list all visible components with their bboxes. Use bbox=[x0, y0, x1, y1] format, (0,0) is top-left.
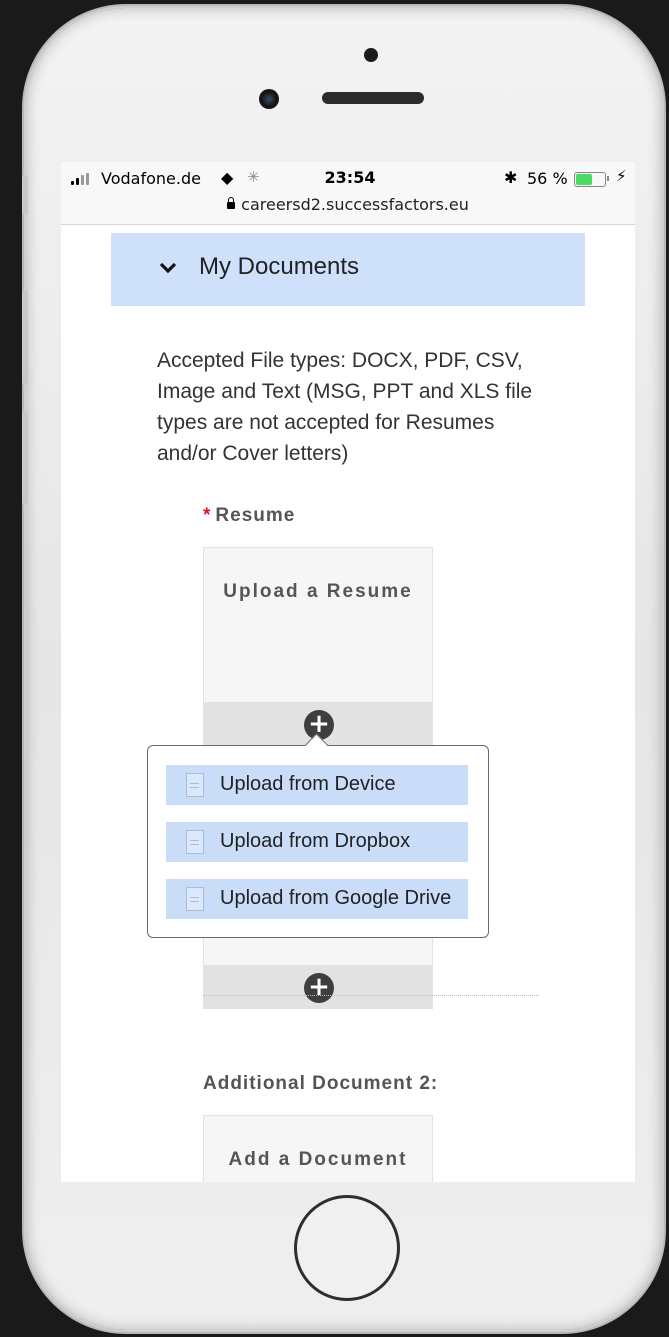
document-icon bbox=[186, 773, 204, 797]
front-camera bbox=[259, 89, 279, 109]
volume-down-button[interactable] bbox=[22, 410, 28, 505]
front-sensor bbox=[364, 48, 378, 62]
document-icon bbox=[186, 830, 204, 854]
bluetooth-icon: ✱ bbox=[504, 168, 518, 187]
url-text: careersd2.successfactors.eu bbox=[241, 195, 469, 214]
resume-upload-text: Upload a Resume bbox=[223, 581, 413, 602]
volume-up-button[interactable] bbox=[22, 290, 28, 385]
menu-item-label: Upload from Dropbox bbox=[220, 830, 411, 852]
add-document-plus-icon[interactable]: + bbox=[304, 973, 334, 1003]
chevron-down-icon bbox=[159, 262, 177, 274]
lock-icon bbox=[227, 197, 236, 209]
upload-from-dropbox-option[interactable]: Upload from Dropbox bbox=[166, 822, 468, 862]
upload-from-google-drive-option[interactable]: Upload from Google Drive bbox=[166, 879, 468, 919]
address-bar[interactable]: careersd2.successfactors.eu bbox=[61, 195, 635, 214]
upload-from-device-option[interactable]: Upload from Device bbox=[166, 765, 468, 805]
document-icon bbox=[186, 887, 204, 911]
battery-icon bbox=[574, 172, 606, 187]
home-button[interactable] bbox=[294, 1195, 400, 1301]
battery-level bbox=[576, 174, 592, 185]
section-title: My Documents bbox=[199, 253, 360, 280]
charging-icon: ⚡ bbox=[616, 167, 627, 185]
required-marker: * bbox=[203, 505, 212, 526]
cover-letter-upload-bar: + bbox=[203, 965, 433, 1009]
additional-document-label: Additional Document 2: bbox=[203, 1073, 439, 1094]
additional-document-upload-text: Add a Document bbox=[228, 1149, 408, 1170]
accepted-file-types: Accepted File types: DOCX, PDF, CSV, Ima… bbox=[157, 349, 533, 465]
menu-item-label: Upload from Google Drive bbox=[220, 887, 452, 909]
status-bar: Vodafone.de ◆ ✳ 23:54 ✱ 56 % ⚡ careersd2… bbox=[61, 162, 635, 225]
phone-screen: Vodafone.de ◆ ✳ 23:54 ✱ 56 % ⚡ careersd2… bbox=[61, 162, 635, 1182]
menu-item-label: Upload from Device bbox=[220, 773, 396, 795]
section-divider bbox=[203, 995, 539, 996]
earpiece-speaker bbox=[322, 92, 424, 104]
resume-label: * Resume bbox=[203, 505, 296, 526]
my-documents-header[interactable]: My Documents bbox=[111, 233, 585, 306]
battery-percent: 56 % bbox=[527, 169, 568, 188]
upload-source-menu: Upload from Device Upload from Dropbox U… bbox=[147, 733, 489, 938]
resume-upload-box[interactable]: Upload a Resume bbox=[203, 547, 433, 704]
mute-switch[interactable] bbox=[22, 175, 28, 215]
additional-document-upload-box[interactable]: Add a Document bbox=[203, 1115, 433, 1182]
battery-tip bbox=[607, 176, 609, 181]
